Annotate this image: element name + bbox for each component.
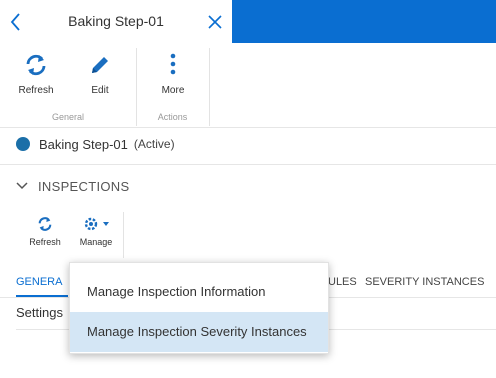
status-indicator <box>16 137 30 151</box>
header-bar: Baking Step-01 <box>0 0 232 43</box>
menu-item-manage-inspection-information[interactable]: Manage Inspection Information <box>70 272 328 312</box>
manage-dropdown-button[interactable]: Manage <box>75 216 117 247</box>
edit-button[interactable]: Edit <box>80 53 120 96</box>
tab-severity-instances[interactable]: SEVERITY INSTANCES <box>365 276 484 288</box>
refresh-label: Refresh <box>18 85 54 96</box>
record-status: (Active) <box>133 137 175 151</box>
general-group-label: General <box>51 112 85 122</box>
tab-general[interactable]: GENERA <box>16 276 62 288</box>
toolbar-separator <box>209 48 210 126</box>
manage-dropdown-menu: Manage Inspection Information Manage Ins… <box>69 262 329 354</box>
toolbar-divider <box>0 127 496 128</box>
manage-label: Manage <box>79 237 113 247</box>
refresh-icon <box>26 54 46 76</box>
toolbar-separator <box>123 212 124 258</box>
gear-icon <box>84 217 109 231</box>
menu-item-manage-inspection-severity-instances[interactable]: Manage Inspection Severity Instances <box>70 312 328 352</box>
caret-down-icon <box>103 222 109 226</box>
section-title: INSPECTIONS <box>38 178 130 194</box>
inspections-section-toggle[interactable]: INSPECTIONS <box>16 176 129 196</box>
more-vertical-icon <box>170 53 176 75</box>
more-button[interactable]: More <box>153 53 193 96</box>
header-accent-band <box>232 0 496 43</box>
tab-rules[interactable]: ULES <box>328 276 357 288</box>
settings-heading: Settings <box>16 305 63 320</box>
inspections-refresh-label: Refresh <box>29 237 61 247</box>
chevron-down-icon <box>16 182 28 190</box>
more-label: More <box>161 85 185 96</box>
record-divider <box>0 164 496 165</box>
inspections-refresh-button[interactable]: Refresh <box>25 216 65 247</box>
record-name: Baking Step-01 <box>39 136 128 152</box>
close-icon[interactable] <box>206 13 224 31</box>
pencil-icon <box>92 57 108 73</box>
edit-label: Edit <box>91 85 109 96</box>
page-title: Baking Step-01 <box>68 13 164 29</box>
record-header: Baking Step-01 (Active) <box>16 134 175 154</box>
actions-group-label: Actions <box>157 112 188 122</box>
refresh-button[interactable]: Refresh <box>14 53 58 96</box>
refresh-icon <box>38 217 52 231</box>
